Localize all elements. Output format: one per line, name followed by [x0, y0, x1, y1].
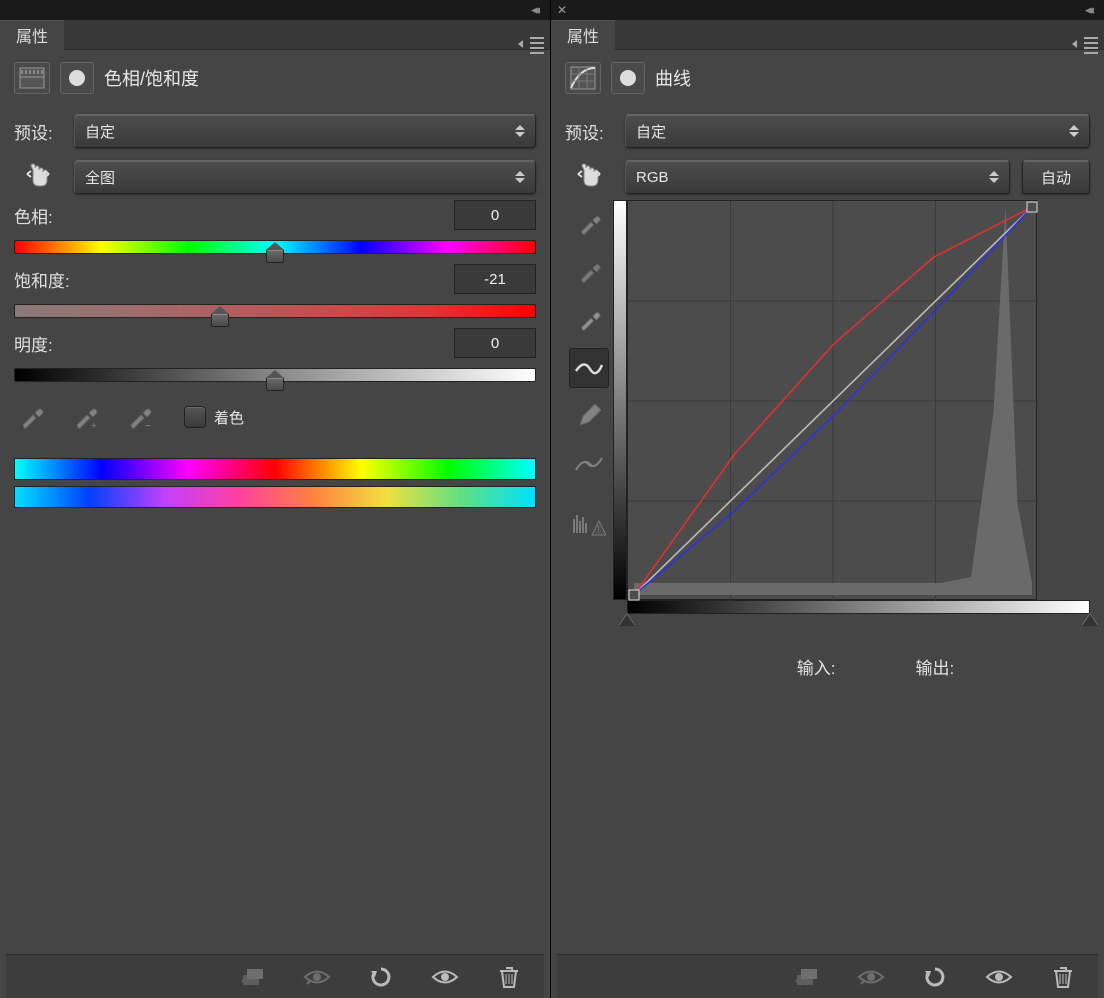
- saturation-slider[interactable]: [14, 304, 536, 318]
- hue-bar-input[interactable]: [14, 458, 536, 480]
- preset-row: 预设: 自定: [557, 108, 1098, 154]
- color-range-dropdown[interactable]: 全图: [74, 160, 536, 194]
- tab-bar: 属性: [0, 20, 550, 50]
- visibility-icon[interactable]: [984, 962, 1014, 992]
- curve-point-tool-icon[interactable]: [569, 348, 609, 388]
- tab-bar: 属性: [551, 20, 1104, 50]
- adjustment-title: 曲线: [655, 65, 691, 91]
- scrubby-hand-icon[interactable]: [572, 160, 606, 194]
- panel-footer: [6, 954, 544, 998]
- hue-range-bars: [6, 450, 544, 522]
- svg-text:−: −: [145, 421, 151, 431]
- preset-value: 自定: [85, 121, 115, 142]
- delete-icon[interactable]: [494, 962, 524, 992]
- curves-graph-area: 输入: 输出:: [613, 200, 1090, 679]
- adjustment-title-bar: 色相/饱和度: [6, 58, 544, 108]
- adjustment-title: 色相/饱和度: [104, 65, 199, 91]
- preset-dropdown[interactable]: 自定: [74, 114, 536, 148]
- panel-menu-button[interactable]: [524, 26, 544, 54]
- black-point-eyedropper-icon[interactable]: [569, 204, 609, 244]
- black-point-marker[interactable]: [619, 614, 635, 626]
- lightness-label: 明度:: [14, 331, 62, 356]
- layer-mask-icon[interactable]: [611, 62, 645, 94]
- adjustment-title-bar: 曲线: [557, 58, 1098, 108]
- properties-tab[interactable]: 属性: [0, 20, 64, 50]
- channel-row: RGB 自动: [557, 154, 1098, 200]
- hue-label: 色相:: [14, 203, 62, 228]
- lightness-slider-thumb[interactable]: [266, 377, 284, 391]
- eyedropper-minus-icon: −: [122, 400, 156, 434]
- preset-label: 预设:: [14, 119, 62, 144]
- black-white-point-markers: [627, 614, 1090, 626]
- white-point-eyedropper-icon[interactable]: [569, 300, 609, 340]
- channel-value: RGB: [636, 169, 669, 186]
- panel-footer: [557, 954, 1098, 998]
- channel-dropdown[interactable]: RGB: [625, 160, 1010, 194]
- preset-row: 预设: 自定: [6, 108, 544, 154]
- panel-top-strip: ◂◂: [0, 0, 550, 20]
- auto-button[interactable]: 自动: [1022, 160, 1090, 194]
- colorize-label: 着色: [214, 407, 244, 428]
- color-range-value: 全图: [85, 167, 115, 188]
- reset-icon[interactable]: [366, 962, 396, 992]
- lightness-slider[interactable]: [14, 368, 536, 382]
- properties-tab[interactable]: 属性: [551, 20, 615, 50]
- hue-slider-section: 色相: 0: [6, 200, 544, 264]
- pencil-tool-icon[interactable]: [569, 396, 609, 436]
- collapse-arrows-icon[interactable]: ◂◂: [531, 2, 536, 18]
- svg-text:+: +: [91, 421, 97, 431]
- colorize-checkbox[interactable]: [184, 406, 206, 428]
- panel-body: 色相/饱和度 预设: 自定 全图: [0, 50, 550, 998]
- preset-value: 自定: [636, 121, 666, 142]
- lightness-slider-section: 明度: 0: [6, 328, 544, 392]
- eyedropper-plus-icon: +: [68, 400, 102, 434]
- hue-slider[interactable]: [14, 240, 536, 254]
- curves-panel: ✕ ◂◂ 属性 曲线 预设: 自定: [551, 0, 1104, 998]
- hue-value-field[interactable]: 0: [454, 200, 536, 230]
- input-label: 输入:: [797, 654, 836, 679]
- delete-icon[interactable]: [1048, 962, 1078, 992]
- svg-text:!: !: [597, 525, 600, 536]
- input-gradient-strip: [627, 600, 1090, 614]
- layer-mask-icon[interactable]: [60, 62, 94, 94]
- curves-work-area: ! 输入: 输出:: [557, 200, 1098, 679]
- gray-point-eyedropper-icon[interactable]: [569, 252, 609, 292]
- eyedropper-icon: [14, 400, 48, 434]
- hue-slider-thumb[interactable]: [266, 249, 284, 263]
- hue-sat-adjustment-icon: [14, 62, 50, 94]
- visibility-icon[interactable]: [430, 962, 460, 992]
- saturation-slider-section: 饱和度: -21: [6, 264, 544, 328]
- clip-to-layer-icon[interactable]: [238, 962, 268, 992]
- preset-dropdown[interactable]: 自定: [625, 114, 1090, 148]
- lightness-value-field[interactable]: 0: [454, 328, 536, 358]
- eyedropper-row: + − 着色: [6, 392, 544, 450]
- close-icon[interactable]: ✕: [557, 3, 567, 17]
- hue-saturation-panel: ◂◂ 属性 色相/饱和度 预设: 自定: [0, 0, 551, 998]
- output-gradient-strip: [613, 200, 627, 600]
- curves-graph[interactable]: [627, 200, 1037, 600]
- reset-icon[interactable]: [920, 962, 950, 992]
- input-output-row: 输入: 输出:: [613, 626, 1090, 679]
- white-point-marker[interactable]: [1082, 614, 1098, 626]
- histogram-clip-warning-icon[interactable]: !: [569, 506, 609, 546]
- smooth-curve-icon[interactable]: [569, 444, 609, 484]
- saturation-slider-thumb[interactable]: [211, 313, 229, 327]
- curves-adjustment-icon: [565, 62, 601, 94]
- clip-to-layer-icon[interactable]: [792, 962, 822, 992]
- hue-bar-output[interactable]: [14, 486, 536, 508]
- curves-tool-column: !: [565, 200, 613, 679]
- collapse-arrows-icon[interactable]: ◂◂: [1085, 2, 1090, 18]
- saturation-value-field[interactable]: -21: [454, 264, 536, 294]
- output-label: 输出:: [916, 654, 955, 679]
- preset-label: 预设:: [565, 119, 613, 144]
- view-previous-state-icon[interactable]: [856, 962, 886, 992]
- panel-menu-button[interactable]: [1078, 26, 1098, 54]
- saturation-label: 饱和度:: [14, 267, 70, 292]
- panel-body: 曲线 预设: 自定 RGB 自动: [551, 50, 1104, 998]
- range-row: 全图: [6, 154, 544, 200]
- scrubby-hand-icon[interactable]: [21, 160, 55, 194]
- panel-top-strip: ✕ ◂◂: [551, 0, 1104, 20]
- view-previous-state-icon[interactable]: [302, 962, 332, 992]
